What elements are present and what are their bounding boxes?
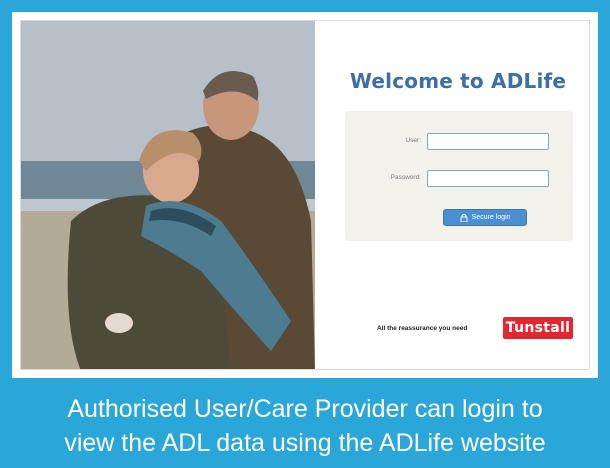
password-input[interactable] — [427, 170, 549, 187]
screenshot-container: Welcome to ADLife User: Password: Secure… — [12, 12, 598, 378]
login-form: User: Password: Secure login — [345, 111, 573, 241]
user-input[interactable] — [427, 133, 549, 150]
password-row: Password: — [345, 170, 573, 190]
couple-photo-image — [21, 21, 315, 369]
login-panel: Welcome to ADLife User: Password: Secure… — [315, 21, 589, 369]
login-page: Welcome to ADLife User: Password: Secure… — [20, 20, 590, 370]
figure-frame: Welcome to ADLife User: Password: Secure… — [0, 0, 610, 468]
figure-caption: Authorised User/Care Provider can login … — [0, 380, 610, 468]
user-row: User: — [345, 133, 573, 153]
welcome-title: Welcome to ADLife — [349, 69, 567, 93]
password-label: Password: — [390, 174, 421, 181]
secure-login-button[interactable]: Secure login — [443, 209, 527, 226]
user-label: User: — [405, 137, 421, 144]
tagline: All the reassurance you need — [377, 325, 468, 332]
hero-photo — [21, 21, 315, 369]
caption-line-1: Authorised User/Care Provider can login … — [67, 395, 543, 423]
tunstall-logo: Tunstall — [503, 317, 573, 339]
secure-login-label: Secure login — [471, 214, 511, 221]
caption-line-2: view the ADL data using the ADLife websi… — [64, 429, 546, 457]
lock-icon — [460, 214, 468, 222]
